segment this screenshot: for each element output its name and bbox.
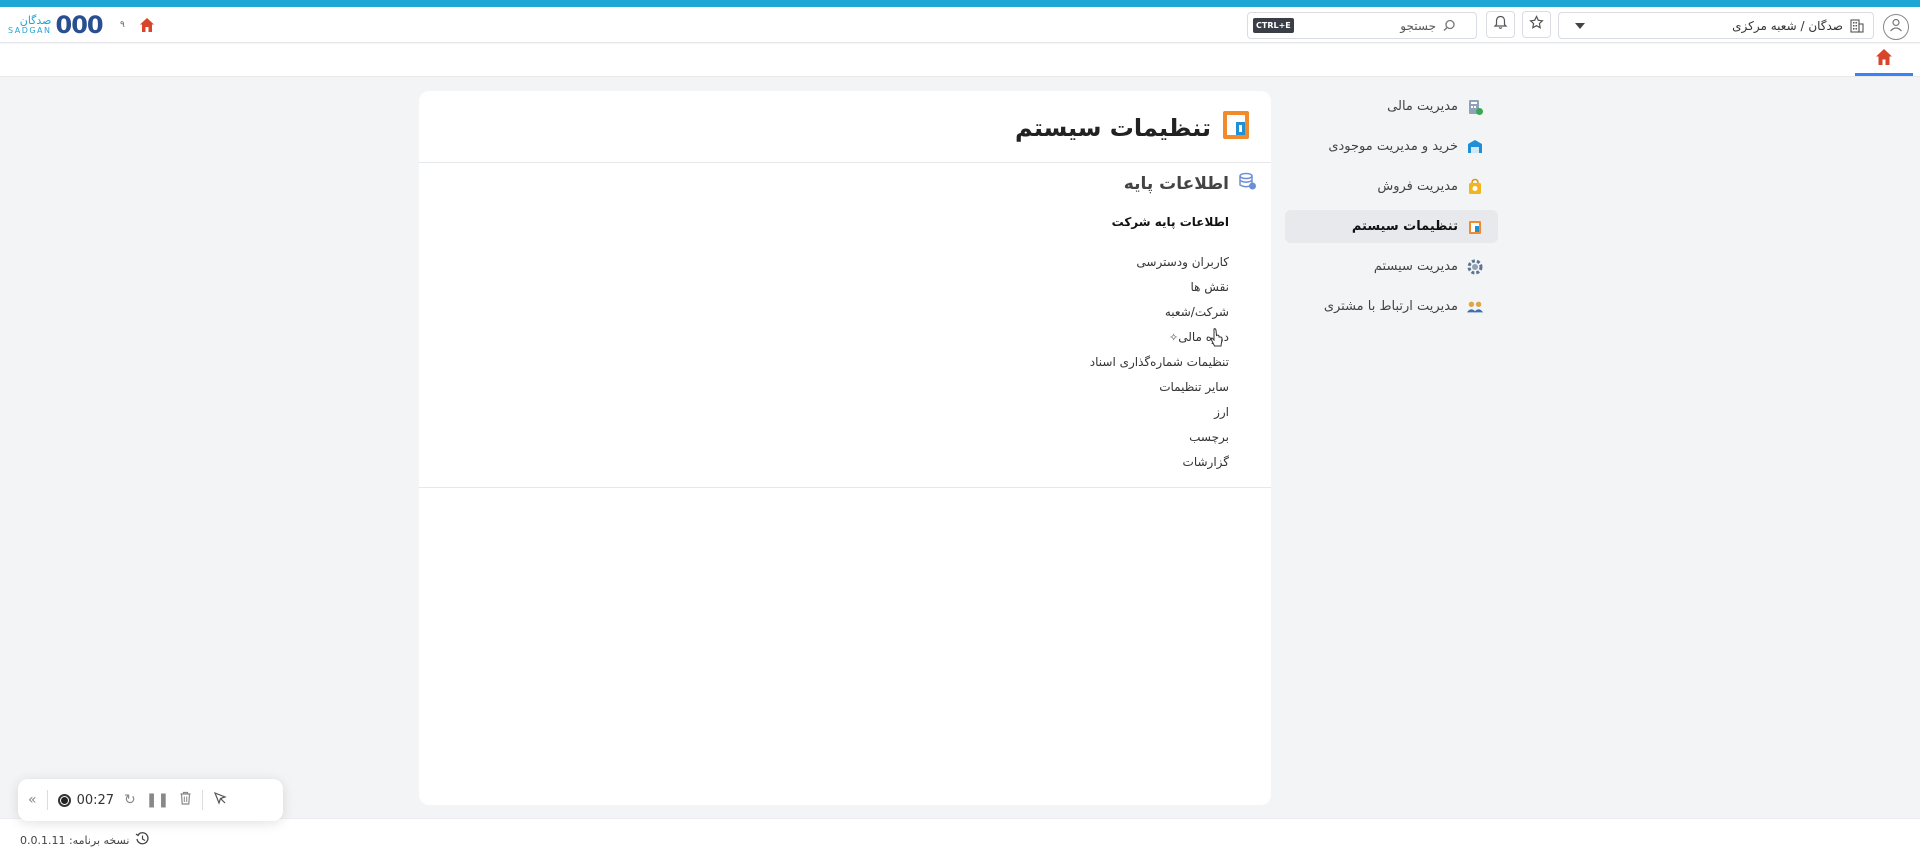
sidebar-item-sales[interactable]: مدیریت فروش [1285,170,1498,203]
building-icon [1849,18,1865,38]
purchase-icon [1466,138,1484,156]
logo-en-text: SADGAN [8,26,52,35]
record-icon [57,793,71,807]
recording-timer: 00:27 [57,792,115,808]
system-management-icon [1466,258,1484,276]
tab-home[interactable] [1855,44,1913,76]
link-tags[interactable]: برچسب [1090,425,1229,450]
page-title-text: تنظیمات سیستم [1015,114,1211,142]
link-other-settings[interactable]: سایر تنظیمات [1090,375,1229,400]
mouse-pointer-icon [1210,328,1224,352]
link-document-numbering[interactable]: تنظیمات شماره‌گذاری اسناد [1090,350,1229,375]
star-icon [1529,15,1544,34]
subsection-title: اطلاعات پایه شرکت [1111,215,1229,229]
page-title: تنظیمات سیستم [1015,109,1251,147]
sidebar-item-crm[interactable]: مدیریت ارتباط با مشتری [1285,290,1498,323]
sidebar-item-purchase[interactable]: خرید و مدیریت موجودی [1285,130,1498,163]
notifications-button[interactable] [1486,11,1515,38]
pin-icon[interactable]: ✧ [1169,331,1178,344]
chevron-down-icon [1575,23,1585,29]
crm-icon [1466,298,1484,316]
header-home-icon[interactable] [138,16,156,34]
favorites-button[interactable] [1522,11,1551,38]
user-avatar[interactable] [1883,14,1909,40]
divider [419,487,1271,488]
sidebar-item-label: مدیریت فروش [1377,179,1458,194]
search-shortcut-badge: CTRL+E [1253,18,1294,33]
user-icon [1888,17,1904,37]
link-reports[interactable]: گزارشات [1090,450,1229,475]
logo-fa-text: صدگان [19,14,52,27]
screen-recorder-widget: « 00:27 ↻ ❚❚ [18,779,283,821]
link-company-branch[interactable]: شرکت/شعبه [1090,300,1229,325]
finance-icon [1466,98,1484,116]
logo-mark: 000 [55,11,104,39]
sidebar-item-finance[interactable]: مدیریت مالی [1285,90,1498,123]
page-header: تنظیمات سیستم [419,91,1271,163]
link-fiscal-period[interactable]: ✧دوره مالی [1090,325,1229,350]
database-icon [1237,171,1257,196]
footer: نسخه برنامه: 0.0.1.11 [0,818,1920,858]
system-settings-icon [1221,109,1251,147]
pointer-icon[interactable] [213,791,227,809]
version-text: نسخه برنامه: 0.0.1.11 [20,833,130,847]
tab-bar [0,44,1920,77]
section-title: اطلاعات پایه [1124,171,1257,196]
link-currency[interactable]: ارز [1090,400,1229,425]
top-header: صدگان SADGAN 000 ۹ CTRL+E جستجو صدگان / … [0,7,1920,43]
sidebar-item-label: مدیریت سیستم [1373,259,1458,274]
sales-icon [1466,178,1484,196]
sidebar-item-system-management[interactable]: مدیریت سیستم [1285,250,1498,283]
link-roles[interactable]: نقش ها [1090,275,1229,300]
search-icon [1443,19,1456,36]
system-settings-icon [1466,218,1484,236]
header-small-label: ۹ [120,20,125,30]
collapse-icon[interactable]: « [28,792,37,808]
restart-icon[interactable]: ↻ [124,792,136,808]
link-users-access[interactable]: کاربران ودسترسی [1090,250,1229,275]
home-icon [1874,47,1894,71]
section-title-text: اطلاعات پایه [1123,173,1229,194]
history-icon[interactable] [135,831,150,849]
recording-time: 00:27 [76,792,115,808]
app-logo[interactable]: صدگان SADGAN 000 [8,11,104,39]
sidebar-item-label: خرید و مدیریت موجودی [1328,139,1458,154]
sidebar-item-label: تنظیمات سیستم [1351,219,1458,234]
branch-label: صدگان / شعبه مرکزی [1732,19,1843,33]
sidebar-item-label: مدیریت مالی [1387,99,1458,114]
top-accent-stripe [0,0,1920,7]
settings-links: کاربران ودسترسی نقش ها شرکت/شعبه ✧دوره م… [1090,250,1229,475]
app-version: نسخه برنامه: 0.0.1.11 [20,831,150,849]
sidebar-item-system-settings[interactable]: تنظیمات سیستم [1285,210,1498,243]
branch-selector[interactable]: صدگان / شعبه مرکزی [1558,12,1874,39]
module-sidebar: مدیریت مالی خرید و مدیریت موجودی مدیریت … [1285,90,1498,330]
sidebar-item-label: مدیریت ارتباط با مشتری [1323,299,1458,314]
search-placeholder: جستجو [1400,19,1436,33]
trash-icon[interactable] [179,791,192,809]
pause-icon[interactable]: ❚❚ [146,792,169,808]
main-content-card: تنظیمات سیستم اطلاعات پایه اطلاعات پایه … [419,91,1271,805]
global-search[interactable]: CTRL+E جستجو [1247,12,1477,39]
bell-icon [1493,15,1508,34]
